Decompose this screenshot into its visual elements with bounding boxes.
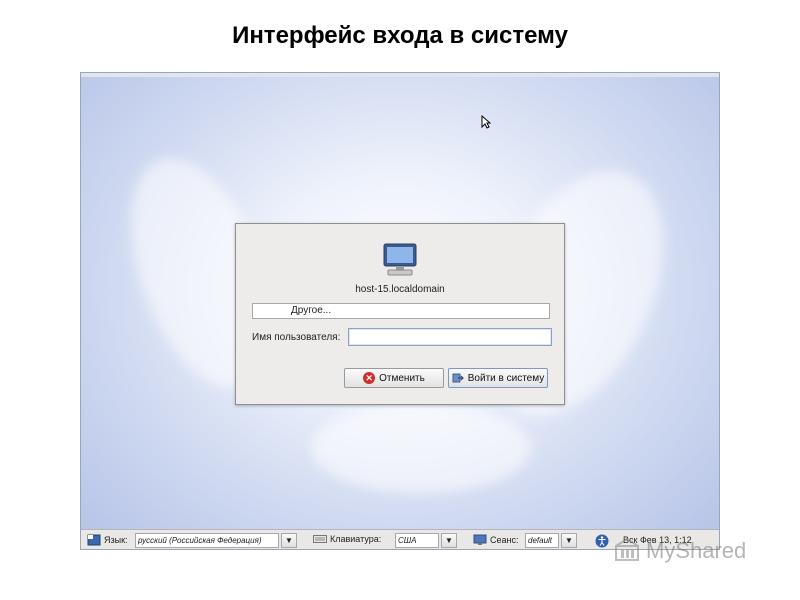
screen-top-bar	[81, 73, 719, 77]
accessibility-icon[interactable]	[595, 534, 609, 548]
keyboard-dropdown-button[interactable]: ▼	[441, 533, 457, 548]
language-value[interactable]: русский (Российская Федерация)	[135, 533, 279, 548]
keyboard-label: Клавиатура:	[330, 534, 382, 544]
username-label: Имя пользователя:	[252, 332, 341, 343]
slide-title: Интерфейс входа в систему	[232, 22, 568, 49]
keyboard-selector[interactable]: Клавиатура:	[313, 534, 381, 544]
cancel-button-label: Отменить	[379, 372, 425, 384]
cancel-icon: ✕	[363, 372, 376, 384]
keyboard-value[interactable]: США	[395, 533, 439, 548]
other-user-option[interactable]: Другое...	[252, 303, 550, 319]
login-button[interactable]: Войти в систему	[448, 368, 548, 388]
cancel-button[interactable]: ✕ Отменить	[344, 368, 444, 388]
login-icon	[452, 373, 464, 383]
login-dialog: host-15.localdomain Другое... Имя пользо…	[235, 223, 565, 405]
keyboard-icon	[313, 535, 327, 543]
language-dropdown-button[interactable]: ▼	[281, 533, 297, 548]
login-screen: host-15.localdomain Другое... Имя пользо…	[80, 72, 720, 550]
other-user-label: Другое...	[291, 305, 332, 316]
session-label: Сеанс:	[490, 535, 519, 545]
cursor-icon	[481, 115, 491, 129]
language-selector[interactable]: Язык:	[87, 534, 128, 546]
session-icon	[473, 534, 487, 545]
username-input[interactable]	[348, 328, 552, 346]
watermark-text: MyShared	[646, 538, 747, 563]
watermark-logo-icon	[615, 537, 639, 561]
hostname-label: host-15.localdomain	[355, 284, 445, 295]
session-value[interactable]: default	[525, 533, 559, 548]
language-icon	[87, 534, 101, 546]
login-button-label: Войти в систему	[467, 372, 545, 384]
watermark: MyShared	[612, 536, 746, 566]
computer-icon	[383, 243, 417, 276]
language-label: Язык:	[104, 535, 128, 545]
session-dropdown-button[interactable]: ▼	[561, 533, 577, 548]
session-selector[interactable]: Сеанс:	[473, 534, 518, 546]
background-swirl	[311, 403, 531, 493]
